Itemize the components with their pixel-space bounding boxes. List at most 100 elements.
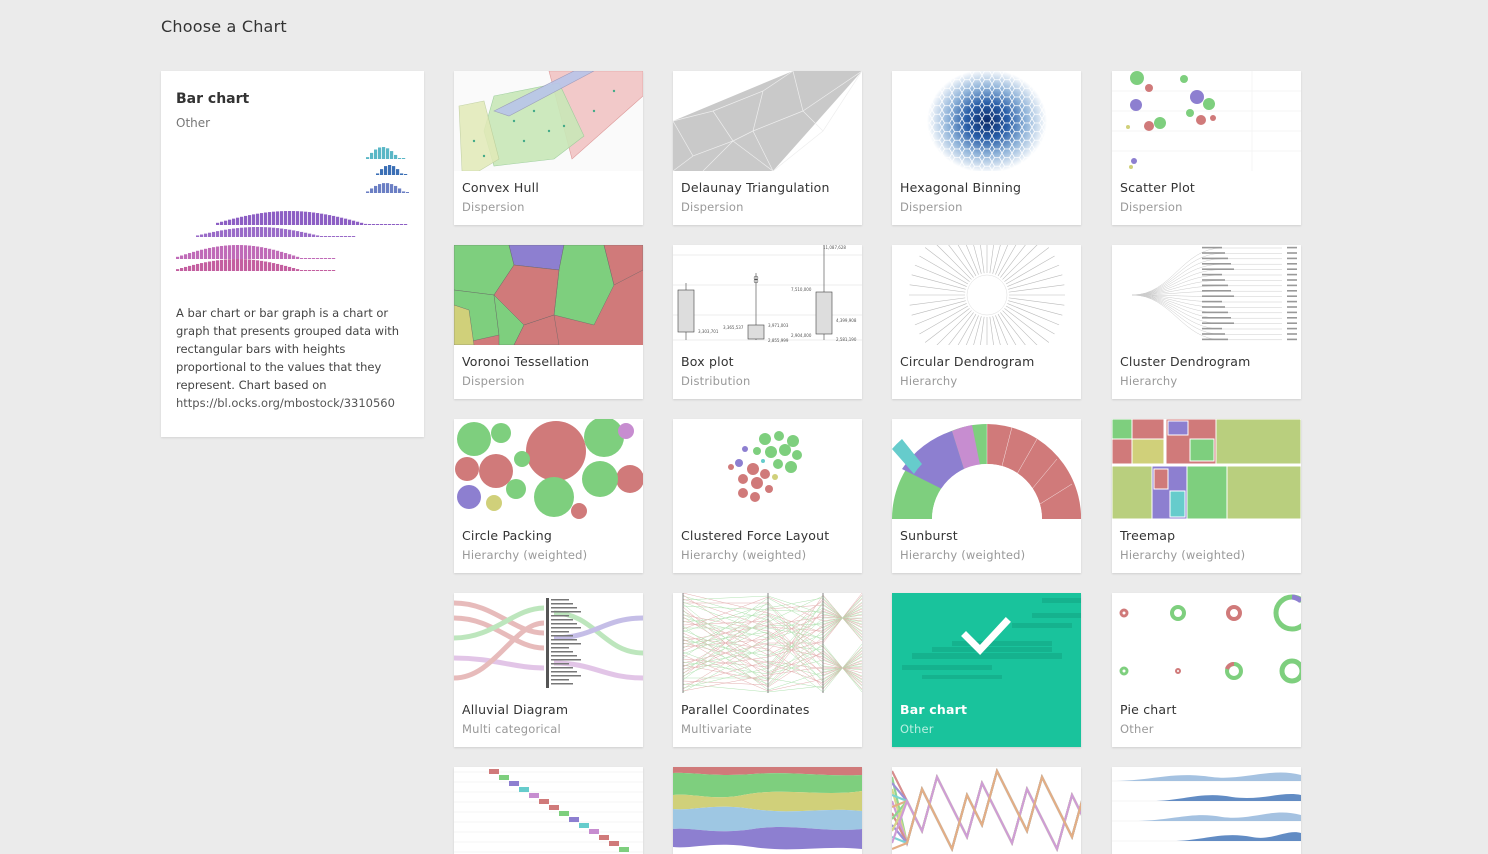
chart-card-bump-chart[interactable] <box>892 767 1081 854</box>
preview-bar <box>284 229 288 237</box>
preview-bar <box>332 270 336 271</box>
horizon-graph-thumbnail <box>1112 767 1301 854</box>
chart-card-cluster-dendrogram[interactable]: Cluster Dendrogram Hierarchy <box>1112 245 1301 399</box>
preview-bar <box>388 165 392 175</box>
preview-bar <box>284 211 288 225</box>
preview-bar <box>176 256 180 259</box>
chart-card-scatter-plot[interactable]: Scatter Plot Dispersion <box>1112 71 1301 225</box>
scatter-plot-thumbnail <box>1112 71 1301 171</box>
preview-bar <box>374 185 378 193</box>
chart-card-category: Dispersion <box>462 374 525 388</box>
page-title: Choose a Chart <box>161 17 287 36</box>
preview-bar <box>308 233 312 237</box>
chart-card-hexagonal-binning[interactable]: Hexagonal Binning Dispersion <box>892 71 1081 225</box>
preview-bar <box>228 229 232 237</box>
source-link[interactable]: https://bl.ocks.org/mbostock/3310560 <box>176 394 416 412</box>
chart-card-title: Treemap <box>1120 528 1176 543</box>
preview-bar <box>388 224 392 225</box>
preview-bar <box>316 213 320 225</box>
chart-card-category: Hierarchy (weighted) <box>1120 548 1246 562</box>
preview-bar <box>296 269 300 271</box>
preview-bar <box>396 169 400 175</box>
preview-bar <box>224 245 228 259</box>
selected-chart-description: A bar chart or bar graph is a chart or g… <box>176 304 416 412</box>
chart-card-sunburst[interactable]: Sunburst Hierarchy (weighted) <box>892 419 1081 573</box>
chart-card-title: Scatter Plot <box>1120 180 1196 195</box>
preview-bar <box>366 157 370 159</box>
alluvial-diagram-thumbnail <box>454 593 643 693</box>
preview-bar <box>340 217 344 225</box>
preview-bar <box>360 222 364 225</box>
chart-card-title: Hexagonal Binning <box>900 180 1022 195</box>
preview-bar <box>284 253 288 259</box>
preview-bar <box>232 259 236 271</box>
preview-bar <box>406 192 409 193</box>
preview-bar <box>372 224 376 225</box>
preview-bar <box>280 264 284 271</box>
preview-bar <box>236 245 240 259</box>
chart-card-horizon-graph[interactable] <box>1112 767 1301 854</box>
preview-bar <box>260 213 264 225</box>
chart-card-treemap[interactable]: Treemap Hierarchy (weighted) <box>1112 419 1301 573</box>
preview-bar <box>268 212 272 225</box>
chart-card-gantt-chart[interactable] <box>454 767 643 854</box>
preview-bar <box>352 236 356 237</box>
chart-card-pie-chart[interactable]: Pie chart Other <box>1112 593 1301 747</box>
preview-bar <box>260 227 264 237</box>
description-line: A bar chart or bar graph is a chart or <box>176 306 389 320</box>
preview-bar <box>236 217 240 225</box>
preview-bar <box>244 227 248 237</box>
chart-card-category: Dispersion <box>900 200 963 214</box>
box-plot-value-label: 2,855,999 <box>768 338 789 343</box>
preview-bar <box>308 258 312 259</box>
preview-bar <box>324 270 328 271</box>
chart-card-convex-hull[interactable]: Convex Hull Dispersion <box>454 71 643 225</box>
preview-bar <box>394 185 398 193</box>
chart-card-title: Convex Hull <box>462 180 540 195</box>
preview-bar <box>324 258 328 259</box>
preview-bar <box>300 270 304 271</box>
preview-bar <box>264 261 268 271</box>
preview-bar <box>240 227 244 237</box>
chart-card-clustered-force-layout[interactable]: Clustered Force Layout Hierarchy (weight… <box>673 419 862 573</box>
preview-bar <box>260 247 264 259</box>
chart-card-box-plot[interactable]: 11,087,628 7,510,000 3,365,537 3,971,003… <box>673 245 862 399</box>
pie-chart-thumbnail <box>1112 593 1301 693</box>
preview-bar <box>200 263 204 271</box>
preview-bar <box>216 260 220 271</box>
preview-bar <box>292 211 296 225</box>
chart-card-category: Hierarchy (weighted) <box>462 548 588 562</box>
preview-bar <box>268 262 272 271</box>
chart-card-title: Sunburst <box>900 528 958 543</box>
preview-bar <box>382 147 386 159</box>
preview-bar <box>296 231 300 237</box>
preview-bar <box>272 249 276 259</box>
chart-card-category: Other <box>1120 722 1154 736</box>
preview-bar <box>292 255 296 259</box>
chart-card-title: Pie chart <box>1120 702 1177 717</box>
chart-card-streamgraph[interactable] <box>673 767 862 854</box>
preview-bar <box>276 228 280 237</box>
chart-card-circle-packing[interactable]: Circle Packing Hierarchy (weighted) <box>454 419 643 573</box>
chart-card-category: Hierarchy (weighted) <box>900 548 1026 562</box>
preview-bar <box>252 214 256 225</box>
preview-bar <box>304 270 308 271</box>
chart-card-voronoi-tessellation[interactable]: Voronoi Tessellation Dispersion <box>454 245 643 399</box>
preview-bar <box>328 215 332 225</box>
chart-card-circular-dendrogram[interactable]: Circular Dendrogram Hierarchy <box>892 245 1081 399</box>
preview-bar <box>188 253 192 259</box>
chart-card-title: Cluster Dendrogram <box>1120 354 1251 369</box>
chart-card-category: Hierarchy <box>900 374 958 388</box>
preview-bar <box>312 234 316 237</box>
chart-card-delaunay-triangulation[interactable]: Delaunay Triangulation Dispersion <box>673 71 862 225</box>
chart-card-alluvial-diagram[interactable]: Alluvial Diagram Multi categorical <box>454 593 643 747</box>
preview-bar <box>280 251 284 259</box>
description-line: rectangular bars with heights <box>176 342 346 356</box>
preview-bar <box>398 158 402 159</box>
preview-bar <box>404 174 408 175</box>
chart-card-parallel-coordinates[interactable]: Parallel Coordinates Multivariate <box>673 593 862 747</box>
chart-card-bar-chart[interactable]: Bar chart Other <box>892 593 1081 747</box>
cluster-dendrogram-thumbnail <box>1112 245 1301 345</box>
preview-bar <box>344 218 348 225</box>
preview-bar <box>300 231 304 237</box>
